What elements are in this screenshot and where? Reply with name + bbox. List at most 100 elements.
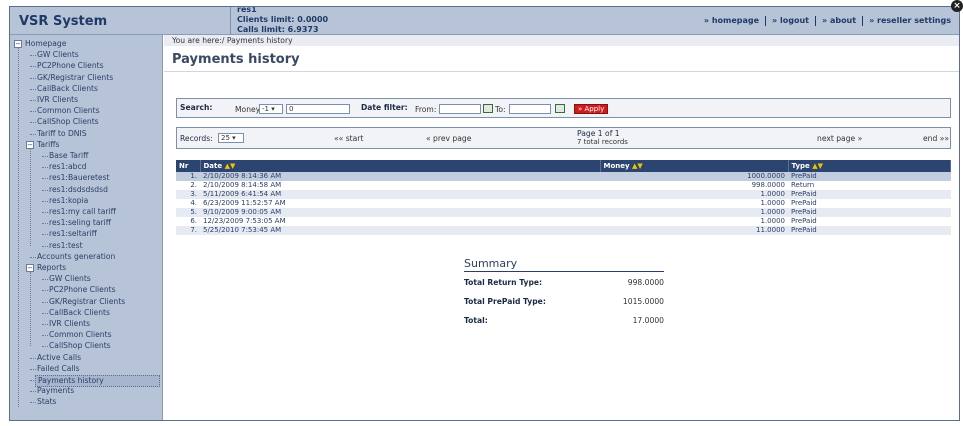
to-date-input[interactable] (509, 104, 551, 114)
close-icon[interactable]: × (951, 0, 963, 12)
summary-panel: Summary Total Return Type: 998.0000 Tota… (464, 257, 664, 329)
sort-arrows-icon[interactable]: ▲▼ (632, 162, 643, 170)
col-date-label: Date (203, 162, 223, 170)
tree-guide (30, 272, 31, 347)
cell-date: 5/11/2009 6:41:54 AM (200, 190, 600, 199)
table-row[interactable]: 6. 12/23/2009 7:53:05 AM 1.0000 PrePaid (176, 217, 951, 226)
sidebar-item[interactable]: Payments history (35, 375, 160, 387)
page-title: Payments history (172, 52, 300, 67)
cell-nr: 1. (176, 172, 200, 181)
cell-money: 1.0000 (600, 208, 788, 217)
payments-table: Nr Date ▲▼ Money ▲▼ Type ▲▼ 1. 2/10/2009 … (176, 160, 951, 235)
app-title: VSR System (19, 14, 108, 29)
cell-date: 12/23/2009 7:53:05 AM (200, 217, 600, 226)
sidebar-item[interactable]: res1:seling tariff (49, 218, 111, 228)
sidebar-item[interactable]: CallShop Clients (49, 341, 111, 351)
summary-row: Total Return Type: 998.0000 (464, 272, 664, 291)
nav-reseller-settings[interactable]: » reseller settings (863, 16, 951, 26)
records-label: Records: (180, 134, 213, 143)
sidebar-item[interactable]: res1:Baueretest (49, 173, 110, 183)
sidebar-item[interactable]: PC2Phone Clients (37, 61, 104, 71)
collapse-icon[interactable]: − (26, 264, 34, 272)
money-operator-select[interactable]: -1 ▾ (259, 104, 283, 114)
cell-type: PrePaid (788, 172, 951, 181)
sidebar-item[interactable]: Common Clients (49, 330, 112, 340)
sidebar-item[interactable]: GW Clients (37, 50, 79, 60)
pager-next[interactable]: next page » (817, 134, 862, 143)
tree-connector (42, 301, 48, 303)
table-row[interactable]: 2. 2/10/2009 8:14:58 AM 998.0000 Return (176, 181, 951, 190)
sidebar-item[interactable]: Failed Calls (37, 364, 80, 374)
sidebar-item[interactable]: Payments (37, 386, 74, 396)
tree-connector (42, 279, 48, 281)
nav-about[interactable]: » about (816, 16, 864, 26)
sidebar-item[interactable]: IVR Clients (49, 319, 90, 329)
cell-nr: 2. (176, 181, 200, 190)
apply-button[interactable]: » Apply (574, 104, 609, 114)
sidebar-item[interactable]: Active Calls (37, 353, 81, 363)
sidebar-item[interactable]: Stats (37, 397, 56, 407)
sidebar-item[interactable]: PC2Phone Clients (49, 285, 116, 295)
sidebar-item[interactable]: Homepage (25, 39, 66, 49)
cell-money: 1.0000 (600, 217, 788, 226)
sidebar-item[interactable]: Tariff to DNIS (37, 129, 87, 139)
col-type[interactable]: Type ▲▼ (788, 160, 951, 172)
summary-title: Summary (464, 257, 664, 272)
sidebar-item[interactable]: Accounts generation (37, 252, 115, 262)
sidebar-item[interactable]: CallBack Clients (37, 84, 98, 94)
tree-guide (18, 47, 19, 407)
tree-connector (30, 77, 36, 79)
sidebar-item[interactable]: res1:dsdsdsdsd (49, 185, 108, 195)
collapse-icon[interactable]: − (26, 140, 34, 149)
sidebar-item[interactable]: GK/Registrar Clients (37, 73, 113, 83)
pager-end[interactable]: end »» (923, 134, 949, 143)
sidebar-item[interactable]: res1:test (49, 241, 83, 251)
money-operator-value: -1 (262, 105, 269, 113)
cell-type: PrePaid (788, 217, 951, 226)
table-row[interactable]: 4. 6/23/2009 11:52:57 AM 1.0000 PrePaid (176, 199, 951, 208)
sidebar-item[interactable]: res1:abcd (49, 162, 86, 172)
table-row[interactable]: 1. 2/10/2009 8:14:36 AM 1000.0000 PrePaid (176, 172, 951, 181)
sidebar-item[interactable]: GK/Registrar Clients (49, 297, 125, 307)
sidebar-item[interactable]: Reports (37, 263, 66, 273)
sidebar-item[interactable]: res1:kopia (49, 196, 88, 206)
pager-prev[interactable]: « prev page (426, 134, 471, 143)
cell-date: 9/10/2009 9:00:05 AM (200, 208, 600, 217)
sidebar-item[interactable]: res1:my call tariff (49, 207, 116, 217)
summary-value: 1015.0000 (622, 297, 664, 306)
records-per-page-select[interactable]: 25 ▾ (218, 133, 244, 143)
sidebar-item[interactable]: IVR Clients (37, 95, 78, 105)
from-calendar-icon[interactable] (483, 104, 493, 113)
summary-label: Total Return Type: (464, 278, 543, 287)
top-header: VSR System res1 Clients limit: 0.0000 Ca… (10, 7, 959, 35)
table-row[interactable]: 3. 5/11/2009 6:41:54 AM 1.0000 PrePaid (176, 190, 951, 199)
sidebar-item[interactable]: res1:seltariff (49, 229, 97, 239)
col-date[interactable]: Date ▲▼ (200, 160, 601, 172)
cell-money: 1.0000 (600, 199, 788, 208)
cell-type: PrePaid (788, 199, 951, 208)
col-money[interactable]: Money ▲▼ (600, 160, 789, 172)
records-per-page-value: 25 (221, 134, 230, 142)
sidebar-item[interactable]: Tariffs (37, 140, 59, 150)
table-row[interactable]: 5. 9/10/2009 9:00:05 AM 1.0000 PrePaid (176, 208, 951, 217)
tree-connector (42, 335, 48, 337)
nav-homepage[interactable]: » homepage (698, 16, 767, 26)
sort-arrows-icon[interactable]: ▲▼ (225, 162, 236, 170)
pager-start[interactable]: «« start (334, 134, 363, 143)
sort-arrows-icon[interactable]: ▲▼ (812, 162, 823, 170)
sidebar-item[interactable]: CallBack Clients (49, 308, 110, 318)
page-info: Page 1 of 1 (577, 129, 620, 138)
sidebar-item[interactable]: Base Tariff (49, 151, 88, 161)
from-date-input[interactable] (439, 104, 481, 114)
cell-nr: 7. (176, 226, 200, 235)
table-row[interactable]: 7. 5/25/2010 7:53:45 AM 11.0000 PrePaid (176, 226, 951, 235)
top-nav: » homepage » logout » about » reseller s… (698, 16, 951, 26)
money-value-input[interactable]: 0 (286, 104, 350, 114)
summary-label: Total PrePaid Type: (464, 297, 546, 306)
tree-connector (30, 100, 36, 101)
sidebar-item[interactable]: Common Clients (37, 106, 100, 116)
sidebar-item[interactable]: GW Clients (49, 274, 91, 284)
to-calendar-icon[interactable] (555, 104, 565, 113)
nav-logout[interactable]: » logout (766, 16, 816, 26)
sidebar-item[interactable]: CallShop Clients (37, 117, 99, 127)
